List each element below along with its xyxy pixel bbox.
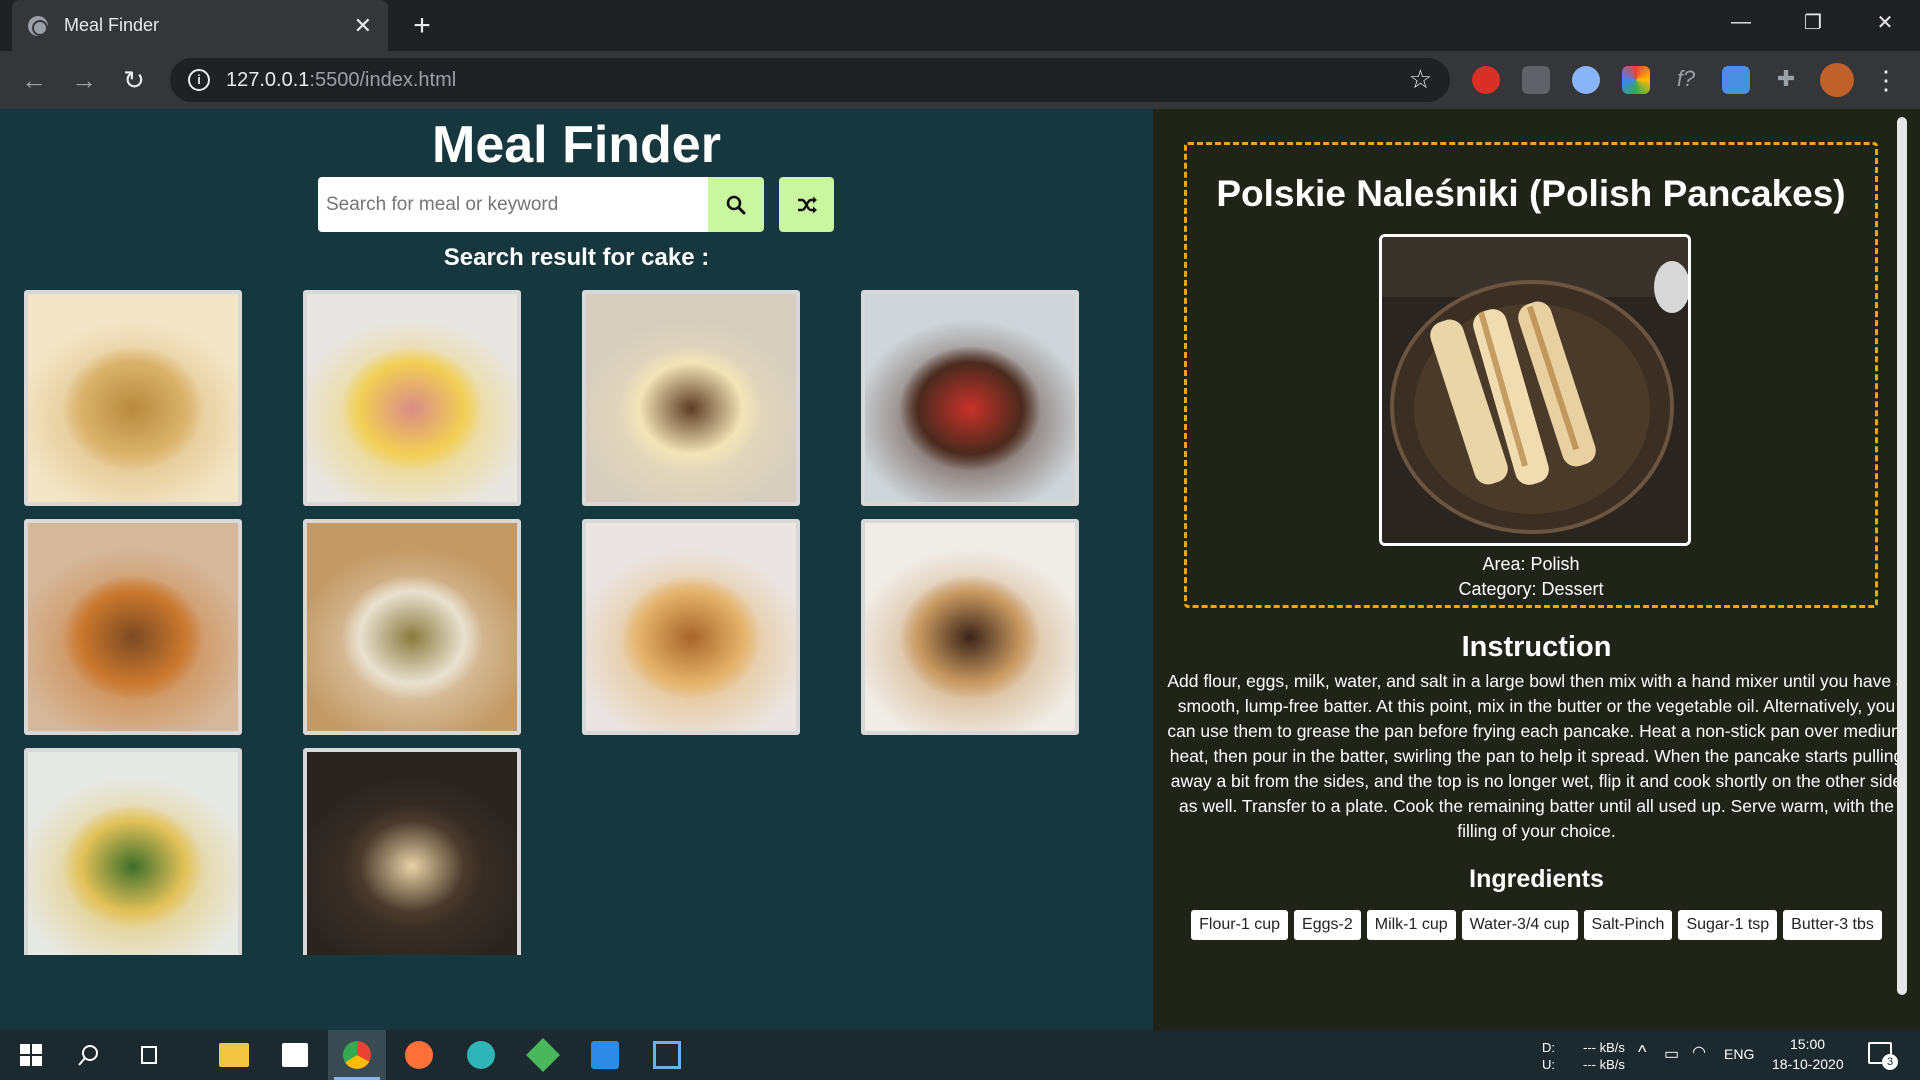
- scrollbar[interactable]: [1897, 117, 1907, 995]
- meal-result-card[interactable]: [582, 290, 800, 506]
- language-indicator[interactable]: ENG: [1724, 1046, 1754, 1062]
- random-meal-button[interactable]: [779, 177, 834, 232]
- meal-result-card[interactable]: [24, 748, 242, 955]
- url-text: 127.0.0.1:5500/index.html: [226, 68, 457, 91]
- ingredient-chip: Milk-1 cup: [1366, 910, 1456, 940]
- search-button[interactable]: [708, 177, 764, 232]
- ingredient-chip: Water-3/4 cup: [1461, 910, 1578, 940]
- chevron-up-icon[interactable]: ^: [1638, 1042, 1646, 1063]
- reload-icon[interactable]: ↻: [118, 64, 150, 96]
- new-tab-button[interactable]: +: [404, 8, 440, 44]
- ingredient-chip: Sugar-1 tsp: [1678, 910, 1778, 940]
- meal-result-card[interactable]: [303, 519, 521, 735]
- meal-result-card[interactable]: [303, 748, 521, 955]
- forward-icon[interactable]: →: [68, 64, 100, 96]
- meal-thumbnail-image: [586, 294, 796, 502]
- edge-icon[interactable]: [452, 1030, 510, 1080]
- instruction-text: Add flour, eggs, milk, water, and salt i…: [1167, 671, 1906, 841]
- result-heading: Search result for cake :: [443, 244, 710, 271]
- meal-thumbnail-image: [28, 294, 238, 502]
- window-close-icon[interactable]: ✕: [1850, 0, 1920, 44]
- meal-title: Polskie Naleśniki (Polish Pancakes): [1216, 173, 1846, 214]
- profile-avatar[interactable]: [1820, 63, 1854, 97]
- shuffle-icon: [797, 196, 817, 213]
- meal-thumbnail-image: [307, 294, 517, 502]
- adblock-extension-icon[interactable]: [1472, 66, 1500, 94]
- meal-result-card[interactable]: [861, 290, 1079, 506]
- task-view-icon[interactable]: [120, 1030, 178, 1080]
- restore-icon[interactable]: ❐: [1778, 0, 1848, 44]
- bookmark-star-icon[interactable]: ☆: [1409, 64, 1432, 95]
- meal-thumbnail-image: [865, 523, 1075, 731]
- search-taskbar-icon[interactable]: [60, 1030, 118, 1080]
- notification-count: 3: [1882, 1054, 1898, 1070]
- search-panel: Meal Finder Search result for cake :: [0, 109, 1153, 1030]
- file-explorer-icon[interactable]: [205, 1030, 263, 1080]
- ingredient-chip: Flour-1 cup: [1191, 910, 1289, 940]
- minimize-icon[interactable]: —: [1706, 0, 1776, 44]
- windows-taskbar: D: U: --- kB/s --- kB/s ^ ▭ ◠ ENG 15:00 …: [0, 1030, 1920, 1080]
- notification-icon[interactable]: 3: [1868, 1042, 1898, 1070]
- instruction-heading: Instruction: [1461, 631, 1612, 663]
- download-extension-icon[interactable]: [1722, 66, 1750, 94]
- browser-tab[interactable]: Meal Finder ✕: [12, 0, 388, 51]
- firefox-icon[interactable]: [390, 1030, 448, 1080]
- stats-extension-icon[interactable]: [1522, 66, 1550, 94]
- meal-thumbnail-image: [865, 294, 1075, 502]
- globe-icon: [28, 15, 48, 36]
- windows-start-icon[interactable]: [2, 1030, 60, 1080]
- app-l-icon[interactable]: [638, 1030, 696, 1080]
- battery-icon[interactable]: ▭: [1664, 1044, 1679, 1064]
- meals-grid: [24, 290, 1124, 955]
- search-icon: [726, 195, 746, 214]
- menu-kebab-icon[interactable]: ⋮: [1870, 64, 1902, 96]
- meal-thumbnail-image: [307, 523, 517, 731]
- browser-toolbar: ← → ↻ i 127.0.0.1:5500/index.html ☆ f? ✚…: [0, 51, 1920, 109]
- tab-title: Meal Finder: [64, 15, 160, 35]
- goggles-extension-icon[interactable]: [1572, 66, 1600, 94]
- meal-area: Area: Polish: [1482, 554, 1580, 574]
- page-title: Meal Finder: [432, 116, 721, 174]
- meal-result-card[interactable]: [582, 519, 800, 735]
- tab-close-icon[interactable]: ✕: [354, 13, 372, 39]
- tray-drive-d: D:: [1542, 1040, 1555, 1055]
- meal-result-card[interactable]: [861, 519, 1079, 735]
- meal-result-card[interactable]: [24, 519, 242, 735]
- browser-titlebar: Meal Finder ✕ + — ❐ ✕: [0, 0, 1920, 51]
- meal-photo: [1379, 234, 1691, 546]
- page-content: Meal Finder Search result for cake : Pol…: [0, 109, 1920, 1030]
- ingredient-chip: Butter-3 tbs: [1783, 910, 1882, 940]
- meal-category: Category: Dessert: [1458, 579, 1604, 599]
- site-info-icon[interactable]: i: [188, 69, 210, 91]
- chrome-taskbar-icon[interactable]: [328, 1030, 386, 1080]
- meal-result-card[interactable]: [303, 290, 521, 506]
- store-icon[interactable]: [266, 1030, 324, 1080]
- clock-time[interactable]: 15:00: [1790, 1036, 1825, 1052]
- back-icon[interactable]: ←: [18, 64, 50, 96]
- meal-thumbnail-image: [28, 523, 238, 731]
- meal-thumbnail-image: [28, 752, 238, 955]
- tray-drive-u: U:: [1542, 1057, 1555, 1072]
- meal-thumbnail-image: [586, 523, 796, 731]
- wifi-icon[interactable]: ◠: [1692, 1042, 1706, 1062]
- vscode-icon[interactable]: [576, 1030, 634, 1080]
- color-picker-extension-icon[interactable]: [1622, 66, 1650, 94]
- font-extension-icon[interactable]: f?: [1672, 66, 1700, 94]
- address-bar[interactable]: i 127.0.0.1:5500/index.html ☆: [170, 58, 1450, 102]
- ingredient-chip: Eggs-2: [1294, 910, 1361, 940]
- tray-rate-down: --- kB/s: [1583, 1040, 1625, 1055]
- clock-date[interactable]: 18-10-2020: [1772, 1056, 1844, 1072]
- ingredients-heading: Ingredients: [1469, 865, 1604, 893]
- meal-thumbnail-image: [307, 752, 517, 955]
- ingredients-list: Flour-1 cup Eggs-2 Milk-1 cup Water-3/4 cup…: [1153, 910, 1920, 940]
- meal-summary-card: Polskie Naleśniki (Polish Pancakes) Area…: [1184, 142, 1878, 608]
- meal-detail-panel: Polskie Naleśniki (Polish Pancakes) Area…: [1153, 109, 1920, 1030]
- polish-pancakes-image: [1382, 237, 1688, 543]
- tray-rate-up: --- kB/s: [1583, 1057, 1625, 1072]
- git-kraken-icon[interactable]: [514, 1030, 572, 1080]
- ingredient-chip: Salt-Pinch: [1583, 910, 1673, 940]
- search-input[interactable]: [318, 177, 708, 232]
- extensions-puzzle-icon[interactable]: ✚: [1772, 66, 1800, 94]
- meal-result-card[interactable]: [24, 290, 242, 506]
